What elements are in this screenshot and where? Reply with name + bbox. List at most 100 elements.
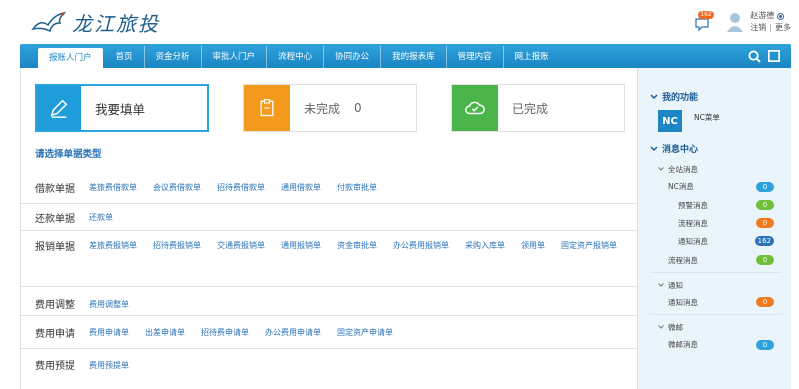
window-icon[interactable] (767, 49, 781, 63)
avatar-icon[interactable] (726, 12, 744, 32)
separator: | (769, 23, 772, 32)
category-row: 还款单据 还款单 (21, 204, 638, 231)
form-link[interactable]: 招待费报销单 (153, 240, 201, 286)
message-badge: 162 (698, 11, 714, 19)
form-link[interactable]: 固定资产申请单 (337, 327, 393, 348)
nc-app-icon[interactable]: NC (658, 110, 682, 132)
notice-badge: 162 (754, 236, 774, 246)
weibo-badge: 0 (756, 340, 774, 350)
category-label: 借款单据 (35, 184, 75, 195)
logo-text: 龙江旅投 (72, 11, 160, 36)
notify-badge: 0 (756, 297, 774, 307)
tree-weibo-group[interactable]: 微邮 (658, 322, 683, 333)
logout-link[interactable]: 注销 (750, 22, 766, 34)
category-row: 费用调整 费用调整单 (21, 287, 638, 316)
category-label: 还款单据 (35, 214, 75, 225)
category-label: 费用申请 (35, 329, 75, 340)
form-type-list: 借款单据 差旅费借款单 会议费借款单 招待费借款单 通用借款单 付款审批单 还款… (21, 168, 638, 379)
form-link[interactable]: 资金审批单 (337, 240, 377, 286)
category-row: 费用申请 费用申请单 出差申请单 招待费申请单 办公费用申请单 固定资产申请单 (21, 316, 638, 349)
tab-collaboration[interactable]: 协同办公 (324, 46, 382, 68)
category-row: 费用预提 费用预提单 (21, 349, 638, 379)
tab-approver-portal[interactable]: 审批人门户 (202, 46, 268, 68)
section-title: 请选择单据类型 (35, 149, 102, 160)
chevron-down-icon (658, 325, 664, 329)
form-link[interactable]: 交通费报销单 (217, 240, 265, 286)
status-radio-icon[interactable] (777, 12, 785, 20)
form-link[interactable]: 固定资产报销单 (561, 240, 617, 286)
form-link[interactable]: 通用借款单 (281, 182, 321, 203)
form-link[interactable]: 费用调整单 (89, 299, 129, 315)
unfinished-label: 未完成 (304, 101, 341, 116)
tree-nc-messages[interactable]: NC消息 (668, 181, 694, 192)
crane-logo-icon (31, 11, 67, 33)
tree-flow-messages[interactable]: 流程消息 (678, 218, 708, 229)
done-card[interactable]: 已完成 (451, 84, 625, 132)
tab-home[interactable]: 首页 (105, 46, 145, 68)
form-link[interactable]: 付款审批单 (337, 182, 377, 203)
form-link[interactable]: 招待费借款单 (217, 182, 265, 203)
divider (650, 272, 782, 273)
right-sidebar: 我的功能 NC NC菜单 消息中心 全站消息 NC消息 0 预警消息 0 流程消… (637, 68, 791, 389)
cloud-check-icon (452, 85, 498, 131)
tree-process-messages[interactable]: 流程消息 (668, 255, 698, 266)
chevron-down-icon (650, 93, 658, 99)
category-row: 报销单据 差旅费报销单 招待费报销单 交通费报销单 通用报销单 资金审批单 办公… (21, 231, 638, 287)
form-link[interactable]: 领用单 (521, 240, 545, 286)
tab-online-reimburse[interactable]: 网上报账 (504, 46, 560, 68)
my-functions-title: 我的功能 (662, 93, 699, 103)
action-cards: 我要填单 未完成 0 已完成 (35, 84, 635, 134)
chevron-down-icon (658, 283, 664, 287)
nc-messages-badge: 0 (756, 182, 774, 192)
flow-badge: 0 (756, 218, 774, 228)
tab-fund-analysis[interactable]: 资金分析 (145, 46, 202, 68)
nc-menu-label[interactable]: NC菜单 (694, 112, 720, 123)
logo: 龙江旅投 (30, 6, 170, 38)
form-link[interactable]: 差旅费报销单 (89, 240, 137, 286)
tree-weibo-messages[interactable]: 微邮消息 (668, 339, 698, 350)
form-link[interactable]: 采购入库单 (465, 240, 505, 286)
tab-my-reports[interactable]: 我的报表库 (381, 46, 447, 68)
tree-notify-messages[interactable]: 通知消息 (668, 297, 698, 308)
more-link[interactable]: 更多 (775, 22, 791, 34)
tab-process-center[interactable]: 流程中心 (267, 46, 325, 68)
form-link[interactable]: 还款单 (89, 212, 113, 230)
clipboard-icon (244, 85, 290, 131)
category-row: 借款单据 差旅费借款单 会议费借款单 招待费借款单 通用借款单 付款审批单 (21, 168, 638, 204)
form-link[interactable]: 费用申请单 (89, 327, 129, 348)
form-link[interactable]: 招待费申请单 (201, 327, 249, 348)
user-area: 162 赵游德 注销 | 更多 (694, 8, 791, 36)
user-info: 赵游德 注销 | 更多 (750, 10, 791, 34)
form-link[interactable]: 费用预提单 (89, 360, 129, 379)
done-label: 已完成 (512, 101, 549, 116)
main-content: 我要填单 未完成 0 已完成 请选择单据类型 借款单据 差旅费借款单 会议费借款… (20, 68, 638, 389)
form-link[interactable]: 办公费用报销单 (393, 240, 449, 286)
unfinished-count: 0 (354, 101, 362, 115)
divider (650, 314, 782, 315)
main-navbar: 报账人门户 首页 资金分析 审批人门户 流程中心 协同办公 我的报表库 管理内容… (20, 44, 791, 68)
form-link[interactable]: 差旅费借款单 (89, 182, 137, 203)
unfinished-card[interactable]: 未完成 0 (243, 84, 417, 132)
tree-notify-group[interactable]: 通知 (658, 280, 683, 291)
tree-alert-messages[interactable]: 预警消息 (678, 200, 708, 211)
form-link[interactable]: 会议费借款单 (153, 182, 201, 203)
tab-manage-content[interactable]: 管理内容 (447, 46, 504, 68)
my-functions-header[interactable]: 我的功能 (650, 90, 698, 103)
message-button[interactable]: 162 (694, 11, 714, 33)
category-label: 费用预提 (35, 361, 75, 372)
chevron-down-icon (658, 167, 664, 171)
top-header: 龙江旅投 162 赵游德 注销 | 更多 (0, 0, 799, 44)
search-icon[interactable] (747, 49, 761, 63)
form-link[interactable]: 通用报销单 (281, 240, 321, 286)
tree-all-messages[interactable]: 全站消息 (658, 164, 698, 175)
process-badge: 0 (756, 255, 774, 265)
category-label: 报销单据 (35, 242, 75, 253)
form-link[interactable]: 出差申请单 (145, 327, 185, 348)
tab-reimburser-portal[interactable]: 报账人门户 (38, 48, 103, 68)
nav-tools (741, 49, 781, 63)
category-label: 费用调整 (35, 300, 75, 311)
form-link[interactable]: 办公费用申请单 (265, 327, 321, 348)
fill-form-card[interactable]: 我要填单 (35, 84, 209, 132)
tree-notice-messages[interactable]: 通知消息 (678, 236, 708, 247)
message-center-header[interactable]: 消息中心 (650, 142, 698, 155)
